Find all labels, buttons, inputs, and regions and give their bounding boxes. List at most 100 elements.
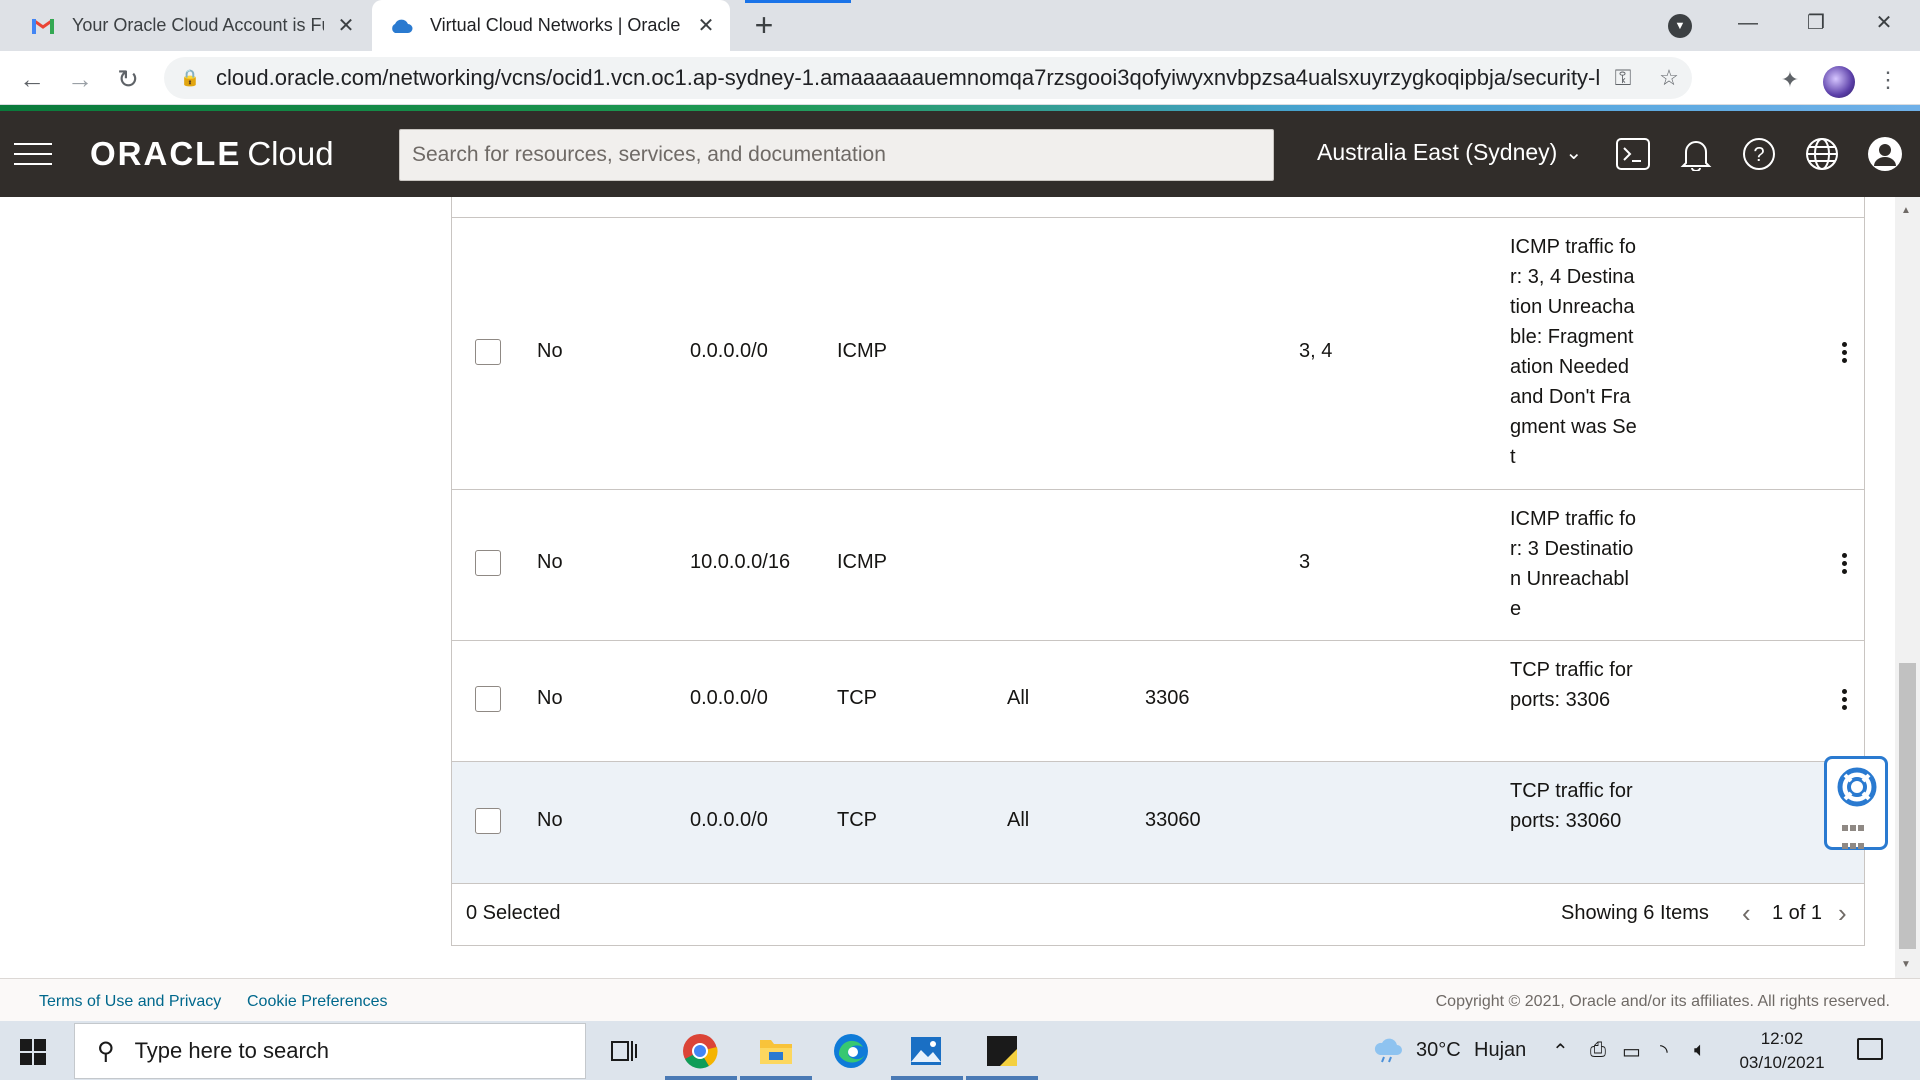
notification-center-icon[interactable] <box>1857 1038 1883 1060</box>
table-row: No 10.0.0.0/16 ICMP 3 ICMP traffic for: … <box>452 490 1864 641</box>
active-app-indicator <box>740 1076 812 1080</box>
weather-temp: 30°C <box>1416 1039 1461 1061</box>
tab-loading-indicator <box>745 0 851 3</box>
svg-text:?: ? <box>1753 144 1764 166</box>
source-port-cell: All <box>1007 687 1030 709</box>
restore-icon[interactable]: ❐ <box>1786 6 1846 40</box>
brand-oracle: ORACLE <box>90 135 242 172</box>
source-cell: 0.0.0.0/0 <box>690 340 768 362</box>
profile-avatar[interactable] <box>1823 66 1855 98</box>
page-scrollbar[interactable]: ▲ ▼ <box>1895 197 1920 978</box>
brand-cloud: Cloud <box>247 135 334 172</box>
tab-gmail[interactable]: Your Oracle Cloud Account is Full ✕ <box>16 0 370 51</box>
main-content: No 0.0.0.0/0 ICMP 3, 4 ICMP traffic for:… <box>0 197 1920 978</box>
ingress-rules-table: No 0.0.0.0/0 ICMP 3, 4 ICMP traffic for:… <box>451 197 1865 946</box>
kebab-menu-icon[interactable] <box>1842 689 1848 713</box>
description-cell: ICMP traffic for: 3, 4 Destination Unrea… <box>1510 236 1637 468</box>
chevron-right-icon[interactable]: › <box>1838 898 1847 929</box>
chrome-icon[interactable] <box>678 1029 722 1073</box>
minimize-icon[interactable]: — <box>1718 6 1778 40</box>
stateless-cell: No <box>537 809 563 831</box>
description-cell: TCP traffic for ports: 3306 <box>1510 659 1633 711</box>
task-view-icon[interactable] <box>602 1029 646 1073</box>
search-icon: ⚲ <box>97 1037 115 1065</box>
extensions-icon[interactable]: ✦ <box>1773 63 1807 97</box>
oracle-header: ORACLE Cloud Search for resources, servic… <box>0 111 1920 197</box>
copyright-text: Copyright © 2021, Oracle and/or its affi… <box>1435 993 1890 1010</box>
region-selector[interactable]: Australia East (Sydney) ⌄ <box>1317 139 1582 166</box>
forward-icon[interactable]: → <box>62 61 98 97</box>
terms-link[interactable]: Terms of Use and Privacy <box>39 993 221 1011</box>
stateless-cell: No <box>537 340 563 362</box>
region-label: Australia East (Sydney) <box>1317 139 1558 165</box>
oracle-cloud-logo[interactable]: ORACLE Cloud <box>90 135 334 173</box>
new-tab-button[interactable]: + <box>744 9 784 41</box>
cloud-shell-icon[interactable] <box>1612 133 1654 175</box>
sticky-notes-icon[interactable] <box>980 1029 1024 1073</box>
photos-icon[interactable] <box>904 1029 948 1073</box>
global-search-input[interactable]: Search for resources, services, and docu… <box>399 129 1274 181</box>
pagination-label: 1 of 1 <box>1772 902 1823 924</box>
close-tab-icon[interactable]: ✕ <box>694 13 718 38</box>
description-cell: ICMP traffic for: 3 Destination Unreacha… <box>1510 508 1636 620</box>
row-checkbox[interactable] <box>475 339 501 365</box>
close-window-icon[interactable]: ✕ <box>1854 6 1914 40</box>
weather-icon[interactable] <box>1372 1035 1404 1069</box>
bell-icon[interactable] <box>1675 133 1717 175</box>
chevron-left-icon[interactable]: ‹ <box>1742 898 1751 929</box>
back-icon[interactable]: ← <box>14 61 50 97</box>
chevron-up-icon[interactable]: ⌃ <box>1552 1039 1569 1064</box>
help-icon[interactable]: ? <box>1738 133 1780 175</box>
row-checkbox[interactable] <box>475 808 501 834</box>
file-explorer-icon[interactable] <box>754 1029 798 1073</box>
row-checkbox[interactable] <box>475 686 501 712</box>
table-row <box>452 197 1864 218</box>
table-row: No 0.0.0.0/0 TCP All 33060 TCP traffic f… <box>452 762 1864 884</box>
source-cell: 10.0.0.0/16 <box>690 551 791 573</box>
row-checkbox[interactable] <box>475 550 501 576</box>
cookie-preferences-link[interactable]: Cookie Preferences <box>247 993 388 1011</box>
scrollbar-thumb[interactable] <box>1899 663 1916 949</box>
speaker-icon[interactable]: 🔈︎ <box>1694 1039 1706 1062</box>
user-profile-icon[interactable] <box>1864 133 1906 175</box>
tab-search-icon[interactable]: ▼ <box>1668 14 1692 38</box>
protocol-cell: TCP <box>837 687 877 709</box>
table-row: No 0.0.0.0/0 ICMP 3, 4 ICMP traffic for:… <box>452 218 1864 490</box>
meet-now-icon[interactable]: ⎙ <box>1590 1039 1606 1062</box>
address-bar[interactable]: 🔒 cloud.oracle.com/networking/vcns/ocid1… <box>164 57 1692 99</box>
active-app-indicator <box>891 1076 963 1080</box>
globe-language-icon[interactable] <box>1801 133 1843 175</box>
close-tab-icon[interactable]: ✕ <box>334 13 358 38</box>
taskbar-search-input[interactable]: ⚲ Type here to search <box>74 1023 586 1079</box>
hamburger-menu-icon[interactable] <box>14 143 52 167</box>
reload-icon[interactable]: ↻ <box>110 61 146 97</box>
table-row: No 0.0.0.0/0 TCP All 3306 TCP traffic fo… <box>452 641 1864 762</box>
taskbar-search-placeholder: Type here to search <box>134 1038 330 1063</box>
protocol-cell: TCP <box>837 809 877 831</box>
taskbar-clock[interactable]: 12:02 03/10/2021 <box>1732 1027 1832 1075</box>
wifi-icon[interactable]: ◝ <box>1660 1039 1668 1064</box>
gmail-icon <box>30 15 56 37</box>
help-widget-button[interactable] <box>1824 756 1888 850</box>
kebab-menu-icon[interactable] <box>1842 342 1848 366</box>
bookmark-star-icon[interactable]: ☆ <box>1646 65 1692 91</box>
kebab-menu-icon[interactable] <box>1842 553 1848 577</box>
protocol-cell: ICMP <box>837 340 887 362</box>
tab-title: Virtual Cloud Networks | Oracle Cloud <box>430 15 684 35</box>
protocol-cell: ICMP <box>837 551 887 573</box>
scroll-up-icon[interactable]: ▲ <box>1901 205 1911 216</box>
scroll-down-icon[interactable]: ▼ <box>1901 959 1911 970</box>
key-icon[interactable]: ⚿ <box>1600 65 1646 91</box>
type-code-cell: 3 <box>1299 551 1311 573</box>
type-code-cell: 3, 4 <box>1299 340 1333 362</box>
lock-icon: 🔒 <box>180 70 200 87</box>
chrome-menu-icon[interactable]: ⋮ <box>1871 63 1905 97</box>
tab-oracle-cloud[interactable]: Virtual Cloud Networks | Oracle Cloud ✕ <box>372 0 730 51</box>
drag-handle-icon[interactable] <box>1842 821 1872 857</box>
battery-icon[interactable]: ▭ <box>1622 1039 1641 1064</box>
clock-time: 12:02 <box>1760 1029 1804 1048</box>
windows-start-icon[interactable] <box>20 1039 46 1065</box>
edge-icon[interactable] <box>829 1029 873 1073</box>
browser-tab-strip: Your Oracle Cloud Account is Full ✕ Virt… <box>0 0 1920 51</box>
stateless-cell: No <box>537 551 563 573</box>
